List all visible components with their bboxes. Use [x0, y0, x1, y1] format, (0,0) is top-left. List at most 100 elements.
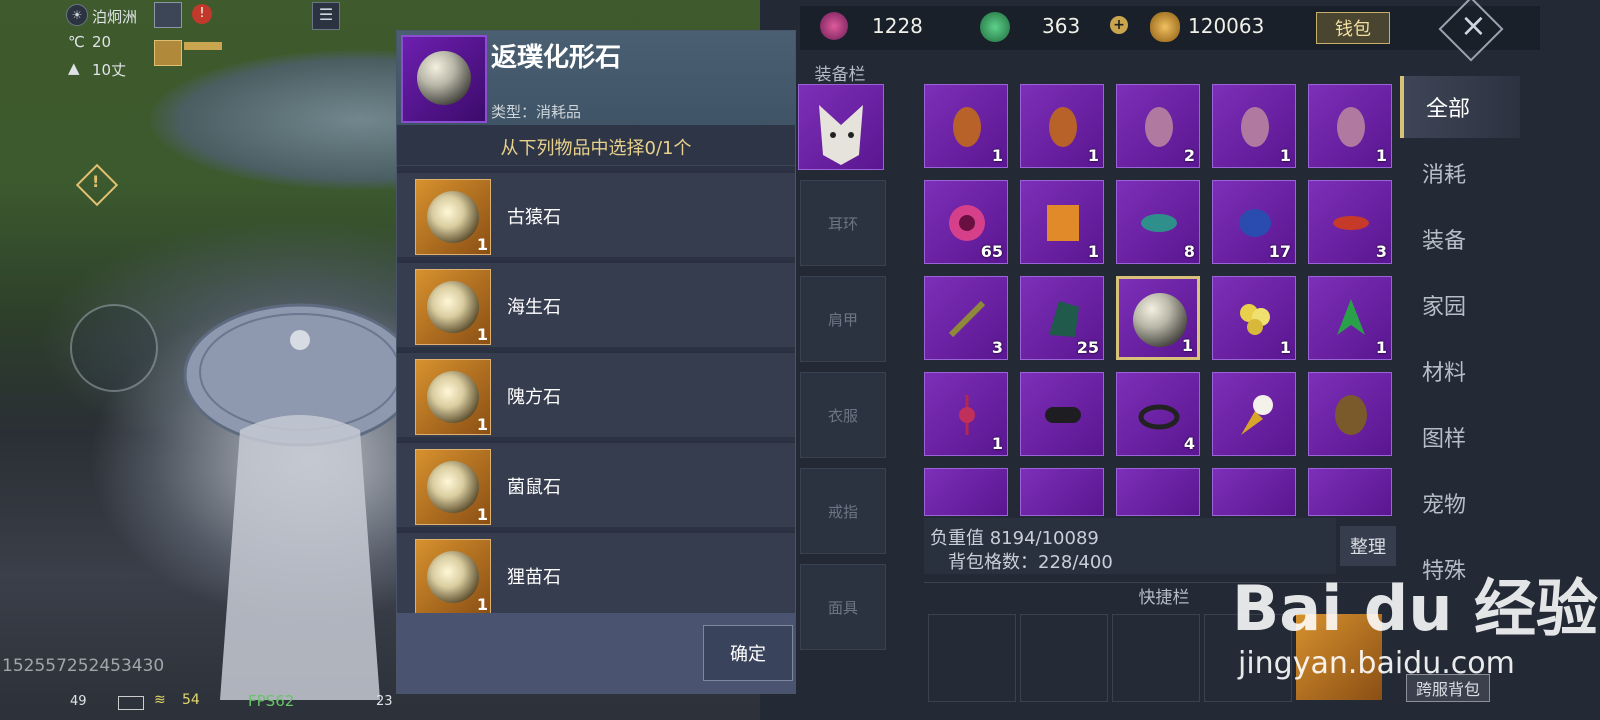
stone-icon: 1	[415, 539, 491, 613]
inventory-slot[interactable]	[924, 468, 1008, 516]
option-row[interactable]: 1 隗方石	[397, 351, 795, 437]
inventory-slot[interactable]	[1308, 468, 1392, 516]
baidu-watermark-url: jingyan.baidu.com	[1238, 646, 1515, 681]
battery-icon	[118, 696, 144, 710]
mask-slot[interactable]: 面具	[800, 564, 886, 650]
spirit-currency-icon	[820, 12, 848, 40]
gold-currency-icon	[1150, 12, 1180, 42]
status-icon[interactable]	[154, 2, 182, 28]
inventory-slot[interactable]: 1	[1308, 276, 1392, 360]
crystal-seed-icon	[1241, 107, 1269, 147]
warning-mark: !	[92, 172, 100, 191]
inventory-slot[interactable]	[1020, 468, 1104, 516]
select-instruction: 从下列物品中选择0/1个	[500, 138, 692, 159]
crystal-seed-icon	[1337, 107, 1365, 147]
currency-3-value: 120063	[1188, 14, 1265, 38]
wifi-icon: ≋	[154, 692, 166, 708]
inventory-slot[interactable]	[1308, 372, 1392, 456]
inventory-slot[interactable]: 1	[924, 84, 1008, 168]
tab-all[interactable]: 全部	[1400, 76, 1520, 138]
tab-equipment[interactable]: 装备	[1400, 208, 1520, 270]
inventory-slot[interactable]	[1212, 468, 1296, 516]
inventory-slot-selected[interactable]: 1	[1116, 276, 1200, 360]
inventory-slot[interactable]: 17	[1212, 180, 1296, 264]
mountain-icon: ▲	[68, 59, 80, 77]
count-value: 23	[376, 694, 393, 709]
herb-icon	[1337, 299, 1365, 335]
inventory-slot[interactable]: 1	[1308, 84, 1392, 168]
inventory-slot[interactable]: 2	[1116, 84, 1200, 168]
tab-materials[interactable]: 材料	[1400, 340, 1520, 402]
red-fish-icon	[1333, 216, 1369, 230]
inventory-slot[interactable]: 3	[1308, 180, 1392, 264]
inventory-slot[interactable]: 8	[1116, 180, 1200, 264]
inventory-slot[interactable]	[1212, 372, 1296, 456]
slots-label: 背包格数：228/400	[948, 552, 1113, 573]
alert-icon[interactable]: !	[192, 4, 212, 24]
inventory-slot[interactable]: 1	[924, 372, 1008, 456]
stone-icon: 1	[415, 269, 491, 345]
inventory-slot[interactable]: 4	[1116, 372, 1200, 456]
ping-value: 49	[70, 694, 87, 709]
inventory-slot[interactable]: 65	[924, 180, 1008, 264]
ring-slot[interactable]: 戒指	[800, 468, 886, 554]
ice-cream-icon	[1241, 395, 1273, 435]
wallet-button[interactable]: 钱包	[1316, 12, 1390, 44]
option-name: 隗方石	[507, 387, 561, 408]
angelfish-icon	[1239, 209, 1271, 237]
inventory-slot[interactable]: 1	[1212, 84, 1296, 168]
weight-label: 负重值 8194/10089	[930, 528, 1099, 549]
inventory-slot[interactable]: 25	[1020, 276, 1104, 360]
option-name: 狸苗石	[507, 567, 561, 588]
crystal-seed-icon	[1145, 107, 1173, 147]
option-row[interactable]: 1 古猿石	[397, 171, 795, 257]
umbrella-skill-button[interactable]	[70, 304, 158, 392]
stone-icon: 1	[415, 359, 491, 435]
tube-icon	[1045, 407, 1081, 423]
signal-value: 54	[182, 692, 200, 708]
earring-slot[interactable]: 耳环	[800, 180, 886, 266]
tab-home[interactable]: 家园	[1400, 274, 1520, 336]
bouquet-icon	[1240, 304, 1270, 335]
quick-slot[interactable]	[1020, 614, 1108, 702]
shoulder-slot[interactable]: 肩甲	[800, 276, 886, 362]
inventory-slot[interactable]	[1020, 372, 1104, 456]
distance-value: 10丈	[92, 61, 127, 79]
mystery-orb-icon	[1133, 293, 1187, 347]
scroll-icon	[1047, 205, 1079, 241]
fox-pet-icon	[819, 105, 863, 165]
mystery-orb-icon	[417, 51, 471, 105]
option-row[interactable]: 1 海生石	[397, 261, 795, 347]
pet-slot[interactable]	[798, 84, 884, 170]
option-name: 古猿石	[507, 207, 561, 228]
currency-1-value: 1228	[872, 14, 923, 38]
item-icon	[401, 35, 487, 123]
player-id: 152557252453430	[2, 656, 165, 676]
tab-consumables[interactable]: 消耗	[1400, 142, 1520, 204]
quick-slot[interactable]	[1112, 614, 1200, 702]
inventory-slot[interactable]: 3	[924, 276, 1008, 360]
menu-icon[interactable]: ☰	[312, 2, 340, 30]
stone-icon: 1	[415, 179, 491, 255]
buff-icon[interactable]	[154, 40, 182, 66]
equipment-label: 装备栏	[814, 65, 866, 85]
tab-patterns[interactable]: 图样	[1400, 406, 1520, 468]
umbrella-character	[183, 303, 417, 700]
trap-icon	[1138, 404, 1180, 430]
add-currency-icon[interactable]: +	[1110, 16, 1128, 34]
compass-icon: ☀	[66, 4, 88, 26]
buff-bar	[184, 42, 222, 50]
option-row[interactable]: 1 狸苗石	[397, 531, 795, 613]
confirm-button[interactable]: 确定	[703, 625, 793, 681]
item-type: 类型：消耗品	[491, 103, 582, 121]
inventory-slot[interactable]: 1	[1212, 276, 1296, 360]
tab-pets[interactable]: 宠物	[1400, 472, 1520, 534]
close-mark: ×	[1460, 6, 1487, 44]
inventory-slot[interactable]: 1	[1020, 180, 1104, 264]
jade-currency-icon	[980, 12, 1010, 42]
inventory-slot[interactable]: 1	[1020, 84, 1104, 168]
option-row[interactable]: 1 菌鼠石	[397, 441, 795, 527]
clothes-slot[interactable]: 衣服	[800, 372, 886, 458]
inventory-slot[interactable]	[1116, 468, 1200, 516]
quick-slot[interactable]	[928, 614, 1016, 702]
